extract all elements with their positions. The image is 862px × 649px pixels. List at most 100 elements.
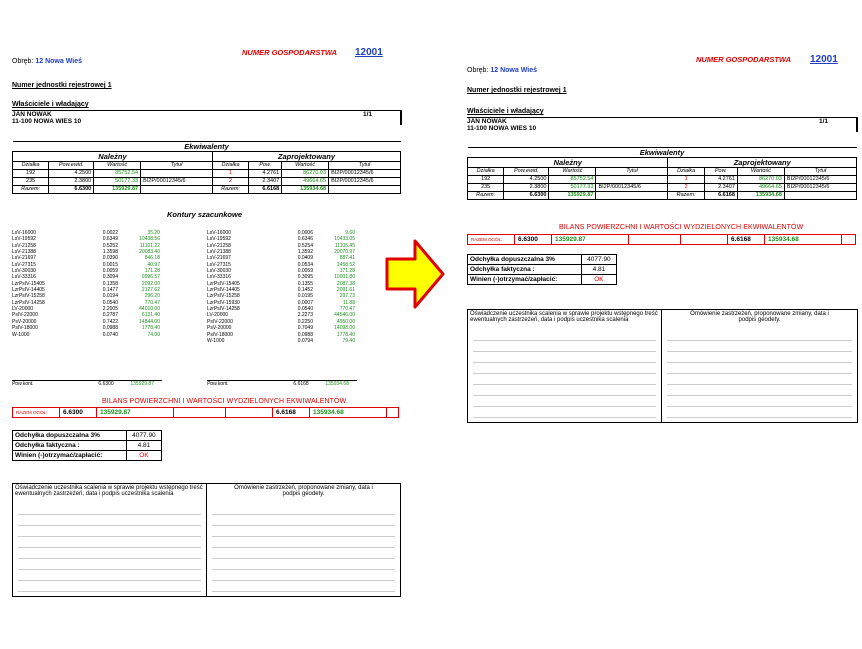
- cell: 2.3407: [703, 183, 738, 192]
- razem-label: Razem:: [667, 191, 705, 200]
- razem-war: 135929.87: [548, 191, 597, 200]
- farm-number-label: NUMER GOSPODARSTWA: [696, 55, 792, 64]
- razem-war: 135929.87: [93, 185, 142, 194]
- col-header: Działka: [11, 161, 50, 170]
- cell: 4.2761: [248, 169, 283, 178]
- cell: 192: [466, 175, 505, 184]
- col-header: Działka: [466, 167, 505, 176]
- ekwiwalenty-title: Ekwiwalenty: [12, 141, 401, 152]
- col-header: Wartość: [93, 161, 142, 170]
- cell: [628, 234, 681, 245]
- signature-left: Oświadczenie uczestnika scalenia w spraw…: [13, 484, 207, 596]
- cell: 1: [211, 169, 250, 178]
- col-header: Działka: [667, 167, 705, 176]
- unit-number: Numer jednostki rejestrowej 1: [467, 87, 567, 94]
- signature-right: Omówienie zastrzeżeń, proponowane zmiany…: [207, 484, 400, 596]
- farm-number-link[interactable]: 12001: [810, 54, 838, 65]
- col-header: Tytuł: [783, 167, 858, 176]
- col-header: Pow.ewid.: [48, 161, 95, 170]
- bilans-war-right: 135934.68: [764, 234, 842, 245]
- col-header: Pow.: [248, 161, 283, 170]
- col-header: Wartość: [281, 161, 330, 170]
- kontur-name: W-1000: [207, 337, 225, 344]
- kontur-row: W-1000 0.0740 74.00: [12, 332, 222, 338]
- nalezny-header: Należny: [12, 151, 213, 162]
- bilans-razem-label: RAZEM OGÓŁ:: [467, 234, 515, 245]
- cell: 86270.03: [736, 175, 785, 184]
- unit-number: Numer jednostki rejestrowej 1: [12, 82, 112, 89]
- bilans-title: BILANS POWIERZCHNI I WARTOŚCI WYDZIELONY…: [102, 398, 347, 405]
- odchylka-dop-value: 4077.90: [125, 430, 163, 441]
- kontur-pow: 0.0740: [102, 331, 118, 338]
- cell: 2: [667, 183, 705, 192]
- cell: [225, 407, 273, 418]
- signature-left-lines[interactable]: [13, 504, 206, 592]
- bilans-war-right: 135934.68: [309, 407, 387, 418]
- kontury-title: Kontury szacunkowe: [167, 210, 243, 219]
- kontur-row: W-1000 0.0794 79.40: [207, 338, 417, 344]
- razem-war: 135934.68: [736, 191, 785, 200]
- winien-label: Winien (-)otrzymać/zapłacić:: [12, 450, 127, 461]
- table-row: 192 4.2500 85752.54 1 4.2761 86270.03 BI…: [11, 169, 401, 178]
- col-header: Działka: [211, 161, 250, 170]
- cell: [595, 175, 669, 184]
- cell: 2.3800: [503, 183, 550, 192]
- cell: 4.2500: [48, 169, 95, 178]
- cell: 2.3407: [248, 177, 283, 186]
- cell: 49664.65: [281, 177, 330, 186]
- col-header: Tytuł: [328, 161, 401, 170]
- col-header: Tytuł: [140, 161, 213, 170]
- signature-right-lines[interactable]: [662, 330, 857, 418]
- owner-block: JAN NOWAK 11-100 NOWA WIES 10 1/1: [12, 110, 402, 125]
- bilans-pow-right: 6.6168: [727, 234, 765, 245]
- razem-row: Razem: 6.6300 135929.87 Razem: 6.6168 13…: [11, 185, 401, 194]
- owners-heading: Właściciele i władający: [467, 108, 544, 115]
- cell: 1: [667, 175, 705, 184]
- sum-war: 135934.68: [325, 381, 349, 387]
- odchylka-fakt-label: Odchyłka faktyczna :: [12, 440, 127, 451]
- cell: 85752.54: [93, 169, 142, 178]
- farm-number-link[interactable]: 12001: [355, 47, 383, 58]
- col-header: Tytuł: [595, 167, 669, 176]
- winien-label: Winien (-)otrzymać/zapłacić:: [467, 274, 582, 285]
- nalezny-header: Należny: [466, 157, 669, 168]
- winien-value: OK: [125, 450, 163, 461]
- odchylka-fakt-label: Odchyłka faktyczna :: [467, 264, 582, 275]
- signature-box: Oświadczenie uczestnika scalenia w spraw…: [467, 309, 858, 423]
- sum-label: Pow.kont.: [207, 381, 229, 387]
- table-row: 192 4.2500 85752.54 1 4.2761 86270.03 BI…: [466, 175, 858, 184]
- razem-pow: 6.6168: [703, 191, 738, 200]
- owner-address: 11-100 NOWA WIES 10: [467, 125, 537, 132]
- bilans-title: BILANS POWIERZCHNI I WARTOŚCI WYDZIELONY…: [559, 224, 804, 231]
- signature-right-lines[interactable]: [207, 504, 400, 592]
- odchylka-fakt-value: 4.81: [580, 264, 618, 275]
- farm-number-label: NUMER GOSPODARSTWA: [242, 48, 338, 57]
- odchylka-dop-label: Odchyłka dopuszczalna 3%: [467, 254, 582, 265]
- kontury-left: LsV-16000 0.0022 35.20 LsV-19592 0.6349 10438…: [12, 230, 222, 338]
- cell: BI2P/00012345/6: [595, 183, 669, 192]
- sum-label: Pow.kont.: [12, 381, 34, 387]
- owner-address: 11-100 NOWA WIES 10: [12, 118, 82, 125]
- cell: [328, 185, 401, 194]
- cell: [387, 408, 399, 418]
- share-fraction: 1/1: [818, 118, 828, 125]
- owner-name: JAN NOWAK: [12, 111, 52, 118]
- bilans-war-left: 135929.87: [551, 234, 629, 245]
- cell: [140, 185, 213, 194]
- signature-right-text: Omówienie zastrzeżeń, proponowane zmiany…: [690, 311, 829, 323]
- right-document: NUMER GOSPODARSTWA 12001 Obręb: 12 Nowa …: [466, 54, 859, 425]
- table-row: 235 2.3800 50177.33 BI2P/00012345/6 2 2.…: [466, 183, 858, 192]
- cell: [783, 191, 858, 200]
- cell: 235: [11, 177, 50, 186]
- obreb-line: Obręb: 12 Nowa Wieś: [12, 58, 82, 65]
- cell: 50177.33: [93, 177, 142, 186]
- kontur-pow: 0.0794: [297, 337, 313, 344]
- bilans-row: RAZEM OGÓŁ: 6.6300 135929.87 6.6168 1359…: [12, 407, 399, 418]
- arrow-right-icon: [385, 239, 445, 309]
- cell: 4.2500: [503, 175, 550, 184]
- cell: 2: [211, 177, 250, 186]
- razem-pow: 6.6300: [48, 185, 95, 194]
- bilans-razem-label: RAZEM OGÓŁ:: [12, 407, 60, 418]
- kontur-war: 74.00: [147, 331, 160, 338]
- signature-left-lines[interactable]: [468, 330, 661, 418]
